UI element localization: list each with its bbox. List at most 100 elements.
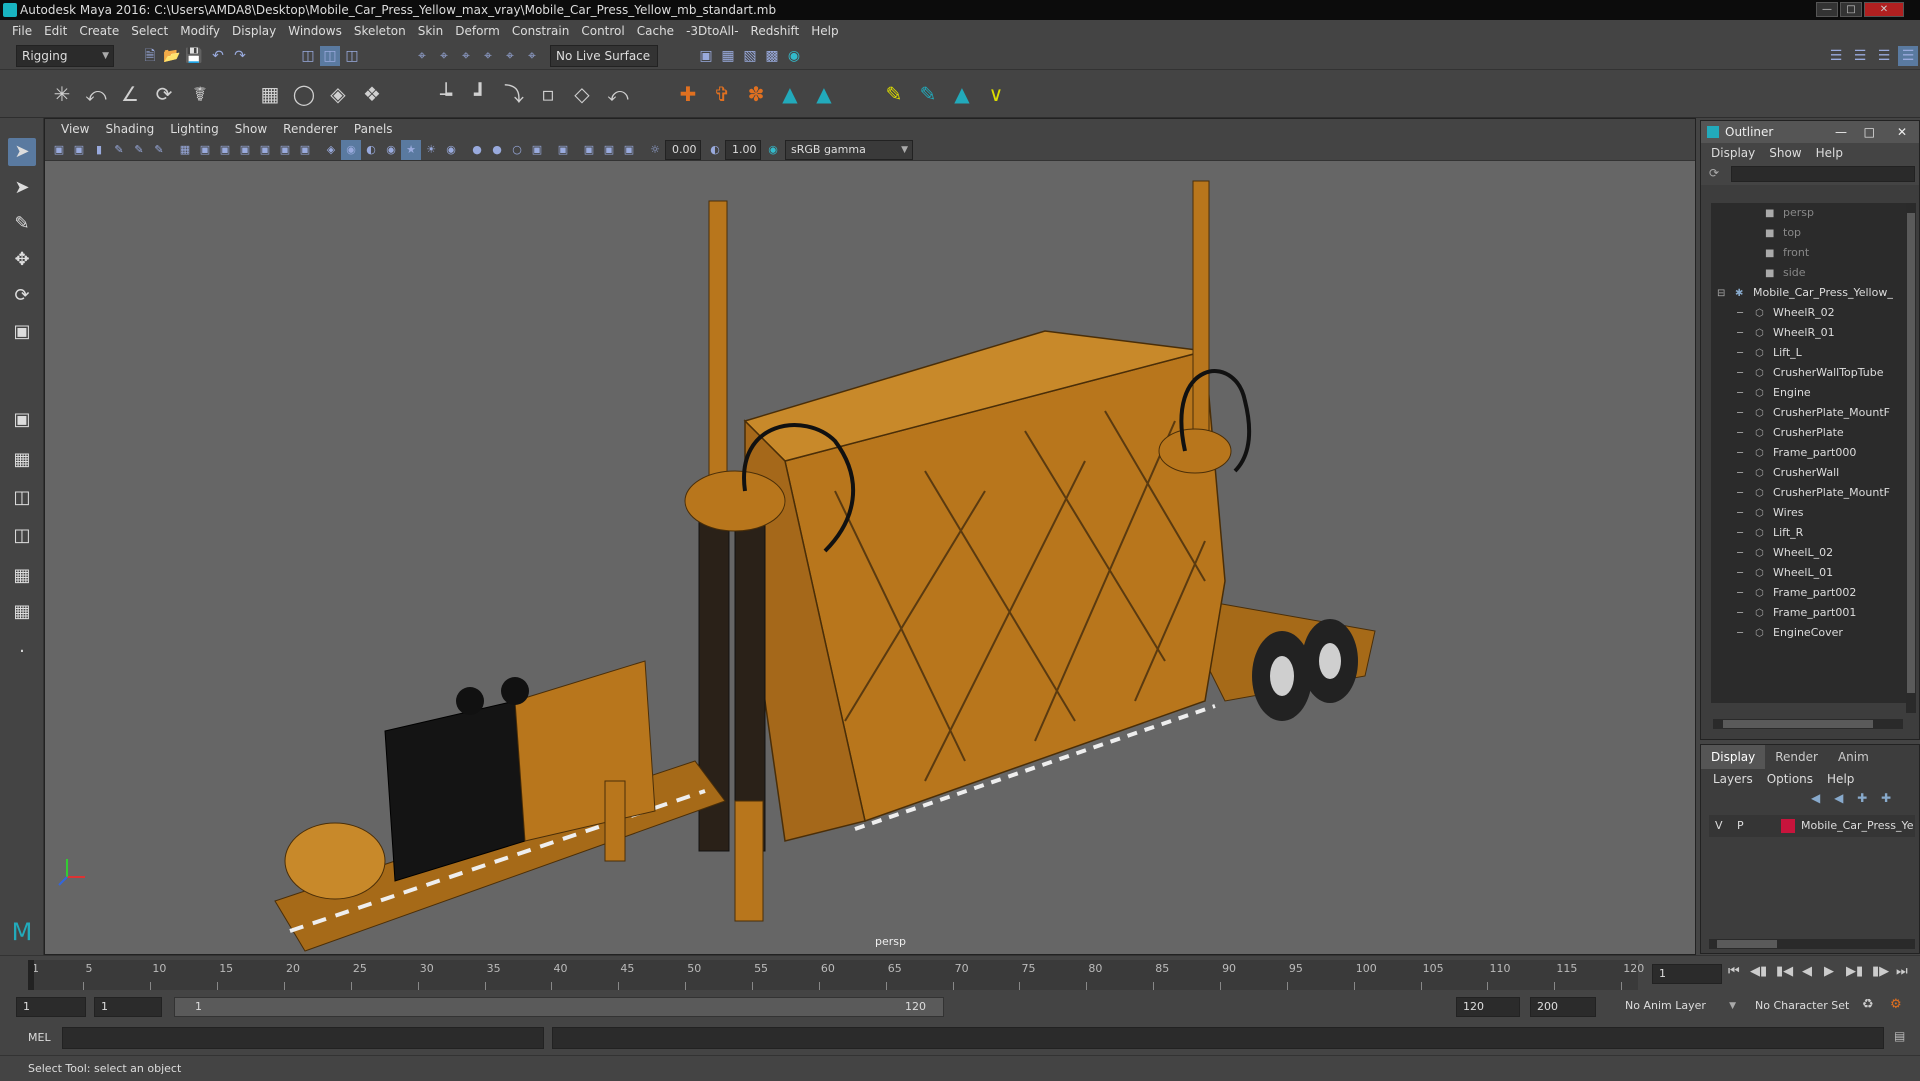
vp-menu-renderer[interactable]: Renderer [283,122,338,136]
layer-hscrollbar[interactable] [1709,939,1915,949]
menu-display[interactable]: Display [232,24,276,38]
outliner-item[interactable]: ─ ⬡ CrusherPlate_MountF [1737,483,1890,503]
outliner-hscrollbar[interactable] [1713,719,1903,729]
new-empty-layer-icon[interactable]: ✚ [1857,791,1867,805]
outliner-maximize-button[interactable]: □ [1864,121,1875,143]
bind-skin-icon[interactable]: ┶ [432,80,460,108]
outliner-item[interactable]: ─ ⬡ CrusherWall [1737,463,1839,483]
hik-character-icon[interactable]: ▲ [810,80,838,108]
outliner-vscrollbar[interactable] [1906,203,1916,713]
wireframe-icon[interactable]: ◈ [321,140,341,160]
snap-curve-icon[interactable]: ⌖ [434,46,454,66]
vp-menu-panels[interactable]: Panels [354,122,393,136]
locator-icon[interactable]: ✚ [674,80,702,108]
outliner-item[interactable]: ─ ⬡ WheelL_02 [1737,543,1833,563]
vp-menu-shading[interactable]: Shading [105,122,154,136]
rotate-tool-icon[interactable]: ⟳ [8,282,36,310]
render-frame-icon[interactable]: ▦ [718,46,738,66]
render-region-icon[interactable]: ▣ [696,46,716,66]
wireframe-on-shaded-icon[interactable]: ◐ [361,140,381,160]
current-time-indicator[interactable] [28,960,34,990]
lasso-tool-icon[interactable]: ➤ [8,174,36,202]
start-time-field[interactable]: 1 [16,997,86,1017]
detach-skin-icon[interactable]: ┛ [466,80,494,108]
range-slider[interactable]: 1 120 [174,997,944,1017]
safe-title-icon[interactable]: ▣ [295,140,315,160]
select-component-icon[interactable]: ◫ [342,46,362,66]
orient-constraint-icon[interactable]: ✞ [708,80,736,108]
paint-select-tool-icon[interactable]: ✎ [8,210,36,238]
outliner-vscroll-thumb[interactable] [1907,213,1915,693]
outliner-item[interactable]: ─ ⬡ CrusherPlate [1737,423,1844,443]
exposure-field[interactable]: 0.00 [665,140,701,160]
live-surface-field[interactable]: No Live Surface [550,45,658,67]
snap-grid-icon[interactable]: ⌖ [412,46,432,66]
outliner-item[interactable]: ─ ⬡ EngineCover [1737,623,1843,643]
grease-pencil-icon[interactable]: ✎ [149,140,169,160]
outliner-item[interactable]: ─ ⬡ Lift_L [1737,343,1802,363]
textured-icon[interactable]: ◉ [381,140,401,160]
menu-control[interactable]: Control [581,24,624,38]
scale-tool-icon[interactable]: ▣ [8,318,36,346]
safe-action-icon[interactable]: ▣ [275,140,295,160]
menu-deform[interactable]: Deform [455,24,500,38]
menu-set-dropdown[interactable]: Rigging ▼ [16,45,114,67]
backface-icon[interactable]: ▣ [619,140,639,160]
script-editor-icon[interactable]: ▤ [1894,1029,1905,1043]
field-chart-icon[interactable]: ▣ [255,140,275,160]
layer-hscroll-thumb[interactable] [1717,940,1777,948]
step-back-key-icon[interactable]: ▮◀ [1776,964,1793,979]
ipr-render-icon[interactable]: ▧ [740,46,760,66]
menu-file[interactable]: File [12,24,32,38]
depth-of-field-icon[interactable]: ○ [507,140,527,160]
animation-preferences-icon[interactable]: ⚙ [1890,997,1902,1012]
persp-graph-hypershade-layout-icon[interactable]: ▦ [8,598,36,626]
render-settings-icon[interactable]: ▩ [762,46,782,66]
perspective-viewport[interactable]: persp [45,161,1695,954]
snap-surface-icon[interactable]: ⌖ [500,46,520,66]
new-scene-icon[interactable]: 🗎 [140,46,160,66]
snap-magnet-icon[interactable]: ⌖ [522,46,542,66]
2d-pan-icon[interactable]: ✎ [129,140,149,160]
select-tool-icon[interactable]: ➤ [8,138,36,166]
go-to-start-icon[interactable]: ⏮ [1728,964,1740,979]
anim-layer-dropdown[interactable]: No Anim Layer ▼ [1620,997,1740,1017]
menu-windows[interactable]: Windows [288,24,342,38]
undo-icon[interactable]: ↶ [208,46,228,66]
redo-icon[interactable]: ↷ [230,46,250,66]
channel-box-icon[interactable]: ☰ [1874,46,1894,66]
outliner-camera-persp[interactable]: ■ persp [1765,203,1814,223]
outliner-close-button[interactable]: ✕ [1897,121,1907,143]
use-default-lights-icon[interactable]: ★ [401,140,421,160]
lattice-icon[interactable]: ◯ [290,80,318,108]
move-layer-up-icon[interactable]: ◀ [1811,791,1820,805]
insert-joint-icon[interactable]: ⤺ [82,80,110,108]
tool-settings-icon[interactable]: ☰ [1850,46,1870,66]
soft-mod-icon[interactable]: ❖ [358,80,386,108]
command-input[interactable] [62,1027,544,1049]
outliner-menu-show[interactable]: Show [1769,146,1801,160]
four-view-layout-icon[interactable]: ▦ [8,446,36,474]
single-perspective-layout-icon[interactable]: ▣ [8,406,36,434]
multisample-icon[interactable]: ● [487,140,507,160]
nonlinear-bend-icon[interactable]: ∨ [982,80,1010,108]
xray-components-icon[interactable]: ▣ [599,140,619,160]
xray-joints-icon[interactable]: ▣ [579,140,599,160]
menu-create[interactable]: Create [79,24,119,38]
outliner-item[interactable]: ─ ⬡ Engine [1737,383,1811,403]
outliner-search-input[interactable] [1731,166,1915,182]
menu-3dtoall[interactable]: -3DtoAll- [686,24,738,38]
tab-display[interactable]: Display [1701,745,1766,769]
layer-visibility-toggle[interactable]: V [1715,815,1723,837]
new-layer-selected-icon[interactable]: ✚ [1881,791,1891,805]
outliner-item[interactable]: ─ ⬡ CrusherWallTopTube [1737,363,1884,383]
image-plane-icon[interactable]: ✎ [109,140,129,160]
smooth-shade-icon[interactable]: ◉ [341,140,361,160]
layer-color-swatch[interactable] [1781,819,1795,833]
command-language-label[interactable]: MEL [28,1031,51,1044]
play-forward-icon[interactable]: ▶ [1824,964,1834,979]
persp-outliner-layout-icon[interactable]: ◫ [8,484,36,512]
hik-icon[interactable]: ▲ [776,80,804,108]
menu-redshift[interactable]: Redshift [751,24,800,38]
collapse-icon[interactable]: ⊟ [1717,284,1731,303]
